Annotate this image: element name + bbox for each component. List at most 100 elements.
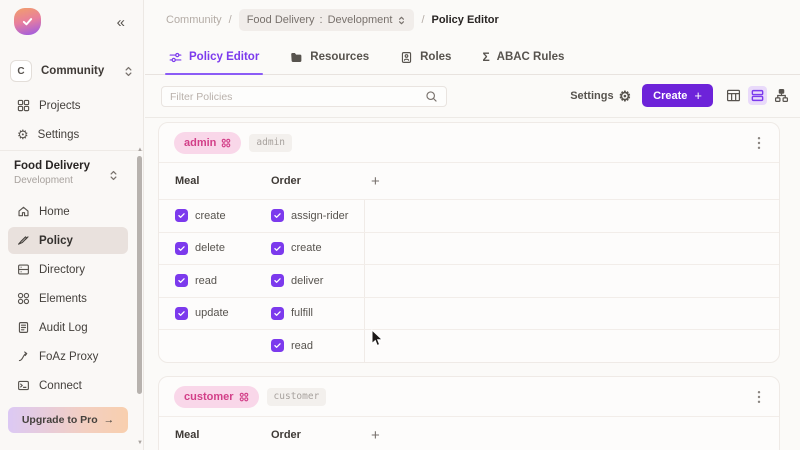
sigma-icon: Σ	[482, 50, 490, 64]
gear-icon: ⚙	[17, 127, 29, 142]
breadcrumb-environment-selector[interactable]: Food Delivery : Development	[238, 9, 415, 31]
tab-policy-editor[interactable]: Policy Editor	[164, 40, 264, 75]
permission-checkbox-assign-rider[interactable]: assign-rider	[271, 209, 364, 223]
filter-policies-input[interactable]	[162, 90, 425, 103]
permission-checkbox-create[interactable]: create	[159, 209, 271, 223]
permission-checkbox-create-order[interactable]: create	[271, 241, 364, 255]
sidebar-item-label: Elements	[39, 292, 87, 305]
resource-column-header: Order	[271, 175, 301, 187]
sidebar-item-label: Projects	[39, 99, 81, 112]
sidebar-item-policy[interactable]: Policy	[8, 227, 128, 254]
policy-list-scroll-area[interactable]: admin admin Meal Order + create assign-r…	[145, 117, 800, 450]
permissions-header-row: Meal Order +	[159, 163, 779, 199]
empty-cell	[364, 297, 779, 329]
sidebar-item-settings[interactable]: ⚙ Settings	[8, 121, 128, 148]
sidebar-collapse-icon[interactable]: «	[117, 14, 125, 31]
empty-cell	[364, 265, 779, 297]
permissions-table: Meal Order + create assign-rider delete …	[159, 163, 779, 362]
view-list-button[interactable]	[748, 86, 767, 105]
elements-icon	[17, 292, 30, 305]
sidebar-item-directory[interactable]: Directory	[8, 256, 128, 283]
policy-card-header: customer customer	[159, 377, 779, 417]
empty-cell	[364, 200, 779, 232]
checkbox-checked-icon[interactable]	[271, 241, 284, 255]
resource-column-header: Meal	[175, 429, 200, 441]
permission-row: read deliver	[159, 264, 779, 297]
checkbox-checked-icon[interactable]	[271, 209, 284, 223]
checkbox-checked-icon[interactable]	[271, 339, 284, 353]
empty-cell	[364, 330, 779, 362]
checkbox-checked-icon[interactable]	[175, 209, 188, 223]
sidebar-divider	[0, 150, 144, 151]
app-logo-icon[interactable]	[14, 8, 41, 35]
sidebar-item-label: Audit Log	[39, 321, 88, 334]
view-table-button[interactable]	[724, 86, 743, 105]
role-key-badge: admin	[249, 133, 293, 152]
create-button[interactable]: Create +	[642, 84, 713, 107]
filter-policies-field[interactable]	[161, 86, 447, 107]
breadcrumb-separator: /	[228, 14, 232, 26]
sidebar-item-elements[interactable]: Elements	[8, 285, 128, 312]
tab-abac-rules[interactable]: Σ ABAC Rules	[482, 40, 564, 74]
permission-checkbox-delete[interactable]: delete	[159, 241, 271, 255]
role-key-badge: customer	[266, 387, 327, 406]
tab-label: Roles	[420, 51, 452, 63]
arrow-right-icon: →	[103, 414, 115, 426]
chevron-updown-icon	[125, 66, 132, 76]
upgrade-to-pro-button[interactable]: Upgrade to Pro →	[8, 407, 128, 433]
sidebar-item-home[interactable]: Home	[8, 198, 128, 225]
workspace-initial-badge: C	[10, 60, 32, 82]
tab-resources[interactable]: Resources	[290, 40, 369, 74]
list-view-icon	[751, 89, 764, 102]
sidebar-item-connect[interactable]: Connect	[8, 372, 128, 399]
permission-checkbox-update[interactable]: update	[159, 306, 271, 320]
sidebar-scroll-up-icon[interactable]: ▲	[137, 147, 143, 153]
permission-checkbox-read[interactable]: read	[159, 274, 271, 288]
policy-card-admin: admin admin Meal Order + create assign-r…	[158, 122, 780, 363]
workspace-selector[interactable]: C Community	[10, 58, 134, 84]
sidebar-item-foaz-proxy[interactable]: FoAz Proxy	[8, 343, 128, 370]
policy-pen-icon	[18, 236, 29, 245]
checkbox-checked-icon[interactable]	[175, 274, 188, 288]
toolbar-right-group: Settings ⚙ Create +	[570, 75, 791, 116]
add-resource-button[interactable]: +	[364, 427, 779, 444]
gear-icon: ⚙	[618, 87, 632, 104]
add-resource-button[interactable]: +	[364, 173, 779, 190]
view-graph-button[interactable]	[772, 86, 791, 105]
checkbox-checked-icon[interactable]	[175, 241, 188, 255]
role-pill-admin[interactable]: admin	[174, 131, 242, 154]
permissions-header-row: Meal Order +	[159, 417, 779, 450]
sidebar-item-audit-log[interactable]: Audit Log	[8, 314, 128, 341]
permission-checkbox-fulfill[interactable]: fulfill	[271, 306, 364, 320]
empty-cell	[364, 232, 779, 264]
checkbox-checked-icon[interactable]	[175, 306, 188, 320]
role-pill-customer[interactable]: customer	[174, 385, 259, 408]
plus-icon: +	[694, 88, 702, 103]
home-icon	[18, 206, 29, 217]
tab-label: Policy Editor	[189, 51, 260, 63]
breadcrumb-workspace[interactable]: Community	[166, 14, 222, 26]
permission-checkbox-deliver[interactable]: deliver	[271, 274, 364, 288]
badge-icon	[401, 51, 412, 63]
checkbox-checked-icon[interactable]	[271, 306, 284, 320]
sidebar-scrollbar-thumb[interactable]	[137, 156, 142, 394]
policy-settings-button[interactable]: Settings ⚙	[570, 89, 631, 103]
terminal-icon	[18, 380, 29, 391]
tab-roles[interactable]: Roles	[400, 40, 451, 74]
tab-bar: Policy Editor Resources Roles Σ ABAC Rul…	[145, 40, 800, 75]
permission-checkbox-read-order[interactable]: read	[271, 339, 364, 353]
logo-check-icon	[22, 18, 33, 26]
sidebar-item-label: Home	[39, 205, 70, 218]
breadcrumb-page: Policy Editor	[431, 14, 499, 26]
policy-card-header: admin admin	[159, 123, 779, 163]
breadcrumb-project: Food Delivery	[246, 14, 315, 26]
card-menu-kebab-icon[interactable]	[754, 133, 764, 153]
permission-row: read	[159, 329, 779, 362]
card-menu-kebab-icon[interactable]	[754, 387, 764, 407]
sidebar-scroll-down-icon[interactable]: ▼	[137, 440, 143, 446]
sidebar-item-projects[interactable]: Projects	[8, 92, 128, 119]
chevron-updown-icon[interactable]	[108, 169, 119, 182]
checkbox-checked-icon[interactable]	[271, 274, 284, 288]
toolbar: Settings ⚙ Create +	[145, 75, 800, 116]
role-name: customer	[184, 390, 234, 403]
